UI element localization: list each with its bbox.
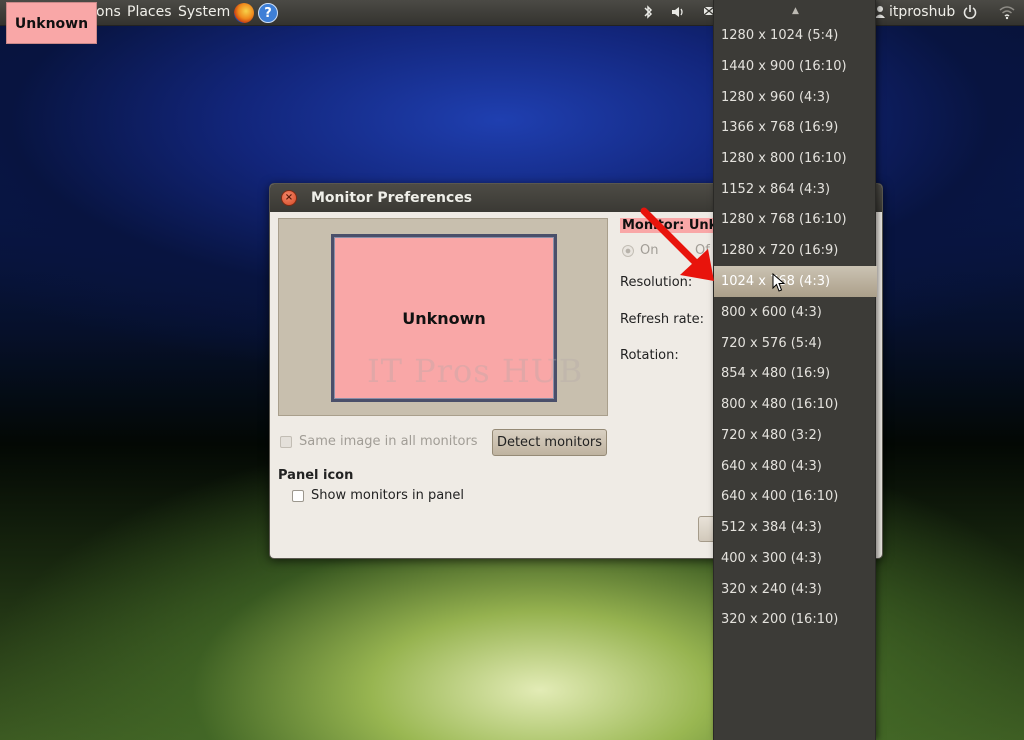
resolution-option[interactable]: 640 x 400 (16:10) (714, 481, 877, 512)
unknown-monitor-tag: Unknown (6, 2, 97, 44)
resolution-option[interactable]: 1280 x 1024 (5:4) (714, 20, 877, 51)
monitor-preview-label: Unknown (402, 308, 486, 328)
applications-menu[interactable]: ons (96, 4, 121, 20)
resolution-option[interactable]: 320 x 240 (4:3) (714, 574, 877, 605)
resolution-option[interactable]: 640 x 480 (4:3) (714, 451, 877, 482)
resolution-option[interactable]: 1152 x 864 (4:3) (714, 174, 877, 205)
volume-icon[interactable] (670, 4, 686, 24)
resolution-option[interactable]: 1366 x 768 (16:9) (714, 112, 877, 143)
panel-icon-heading: Panel icon (278, 468, 354, 483)
resolution-option[interactable]: 512 x 384 (4:3) (714, 512, 877, 543)
firefox-icon[interactable] (234, 3, 254, 23)
help-icon[interactable]: ? (258, 3, 278, 23)
mouse-cursor-icon (772, 273, 786, 292)
wifi-icon[interactable] (998, 4, 1016, 24)
show-monitors-checkbox[interactable] (292, 489, 304, 502)
resolution-option[interactable]: 1280 x 960 (4:3) (714, 82, 877, 113)
dialog-title: Monitor Preferences (311, 190, 473, 206)
resolution-option[interactable]: 1440 x 900 (16:10) (714, 51, 877, 82)
resolution-option[interactable]: 320 x 200 (16:10) (714, 604, 877, 635)
refresh-rate-label: Refresh rate: (620, 312, 705, 327)
rotation-label: Rotation: (620, 348, 679, 363)
scroll-up-arrow-icon[interactable]: ▲ (714, 2, 877, 20)
resolution-option[interactable]: 800 x 480 (16:10) (714, 389, 877, 420)
close-icon[interactable]: × (281, 190, 297, 206)
same-image-checkbox[interactable] (280, 435, 292, 448)
show-monitors-option[interactable]: Show monitors in panel (292, 488, 464, 503)
same-image-option[interactable]: Same image in all monitors (280, 434, 478, 449)
resolution-option[interactable]: 720 x 576 (5:4) (714, 328, 877, 359)
bluetooth-icon[interactable] (642, 4, 654, 24)
watermark: IT Pros HUB (367, 352, 584, 390)
power-icon[interactable] (962, 4, 978, 24)
red-arrow-icon (640, 207, 714, 281)
same-image-label: Same image in all monitors (299, 434, 478, 449)
user-name[interactable]: itproshub (889, 4, 955, 20)
resolution-option[interactable]: 1280 x 720 (16:9) (714, 235, 877, 266)
system-menu[interactable]: System (178, 4, 230, 20)
resolution-option[interactable]: 800 x 600 (4:3) (714, 297, 877, 328)
detect-monitors-button[interactable]: Detect monitors (492, 429, 607, 456)
resolution-option[interactable]: 720 x 480 (3:2) (714, 420, 877, 451)
places-menu[interactable]: Places (127, 4, 172, 20)
resolution-option[interactable]: 854 x 480 (16:9) (714, 358, 877, 389)
radio-on[interactable] (622, 244, 634, 257)
resolution-option[interactable]: 1280 x 800 (16:10) (714, 143, 877, 174)
resolution-option-selected[interactable]: 1024 x 768 (4:3) (714, 266, 877, 297)
resolution-option[interactable]: 400 x 300 (4:3) (714, 543, 877, 574)
show-monitors-label: Show monitors in panel (311, 488, 465, 503)
resolution-option[interactable]: 1280 x 768 (16:10) (714, 204, 877, 235)
resolution-dropdown-menu[interactable]: ▲ 1280 x 1024 (5:4) 1440 x 900 (16:10) 1… (713, 0, 877, 740)
